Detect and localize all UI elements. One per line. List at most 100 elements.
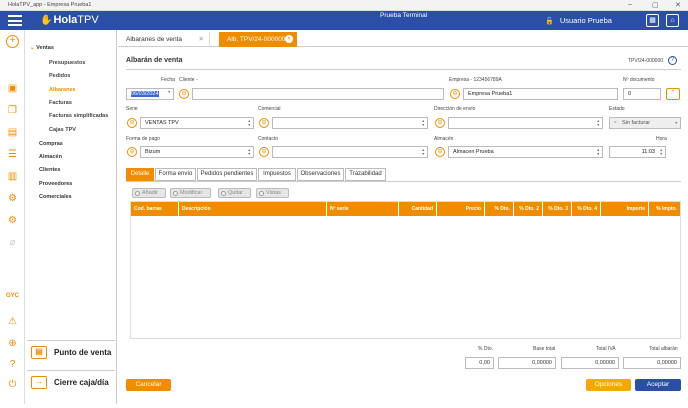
- fecha-field[interactable]: 06/03/2024 ▼: [126, 88, 174, 100]
- tab-detalle[interactable]: Detalle: [126, 168, 154, 181]
- sidebar-item-almacen[interactable]: Almacén: [39, 154, 62, 160]
- sidebar-item-facturas-simplificadas[interactable]: Facturas simplificadas: [49, 113, 108, 119]
- tab-label: Alb. TPV/24-000000: [227, 36, 286, 43]
- logo-text-b: TPV: [77, 14, 99, 26]
- cierre-caja-button[interactable]: → Cierre caja/día: [27, 370, 115, 394]
- minimize-button[interactable]: –: [628, 1, 632, 8]
- search-serie-button[interactable]: ⊖: [127, 118, 137, 128]
- tab-albaran-tpv[interactable]: Alb. TPV/24-000000 ✕: [219, 32, 297, 47]
- cliente-field[interactable]: [192, 88, 444, 100]
- maximize-button[interactable]: ▢: [652, 1, 659, 9]
- settings-icon[interactable]: ⚙: [6, 192, 19, 205]
- add-icon[interactable]: +: [6, 35, 19, 48]
- detail-grid[interactable]: Cod. barras Descripción Nº serie Cantida…: [130, 201, 681, 339]
- contacto-field[interactable]: ▲ ▼: [272, 146, 428, 158]
- sidebar-item-proveedores[interactable]: Proveedores: [39, 181, 72, 187]
- link-icon[interactable]: ⌀: [6, 236, 19, 249]
- close-icon[interactable]: ✕: [199, 32, 204, 47]
- column-header-importe[interactable]: Importe: [601, 202, 649, 216]
- search-empresa-button[interactable]: ⊖: [450, 89, 460, 99]
- search-almacen-button[interactable]: ⊖: [435, 147, 445, 157]
- total-dto-field[interactable]: 0,00: [465, 357, 494, 369]
- sidebar-item-pedidos[interactable]: Pedidos: [49, 73, 70, 79]
- tab-pedidos-pendientes[interactable]: Pedidos pendientes: [197, 168, 257, 181]
- search-direccion-button[interactable]: ⊖: [435, 118, 445, 128]
- chevron-up-icon[interactable]: ⌃: [666, 88, 680, 100]
- list-icon[interactable]: ☰: [6, 148, 19, 161]
- cancel-button[interactable]: Cancelar: [126, 379, 171, 391]
- column-header-cod-barras[interactable]: Cod. barras: [131, 202, 179, 216]
- punto-de-venta-button[interactable]: ▤ Punto de venta: [27, 340, 115, 364]
- tab-trazabilidad[interactable]: Trazabilidad: [345, 168, 386, 181]
- tab-impuestos[interactable]: Impuestos: [258, 168, 296, 181]
- help-icon[interactable]: ?: [668, 56, 677, 65]
- hora-field[interactable]: 11:03 ▲ ▼: [609, 146, 666, 158]
- search-pago-button[interactable]: ⊖: [127, 147, 137, 157]
- estado-field[interactable]: ⚬ Sin facturar ▼: [609, 117, 681, 129]
- calendar-icon[interactable]: ▣: [6, 82, 19, 95]
- calculator-icon[interactable]: ▦: [646, 14, 659, 27]
- bar-chart-icon[interactable]: ▥: [6, 170, 19, 183]
- chevron-down-icon: ▼: [167, 90, 171, 94]
- search-contacto-button[interactable]: ⊖: [259, 147, 269, 157]
- accept-button[interactable]: Aceptar: [635, 379, 681, 391]
- tab-observaciones[interactable]: Observaciones: [297, 168, 344, 181]
- close-icon[interactable]: ✕: [285, 35, 293, 43]
- documents-icon[interactable]: ❐: [6, 104, 19, 117]
- search-comercial-button[interactable]: ⊖: [259, 118, 269, 128]
- sidebar-item-comerciales[interactable]: Comerciales: [39, 194, 72, 200]
- tab-label: Albaranes de venta: [126, 36, 183, 43]
- column-header-dto-2[interactable]: % Dto. 2: [514, 202, 543, 216]
- sidebar-item-cajas-tpv[interactable]: Cajas TPV: [49, 127, 76, 133]
- spinner-icon: ▲ ▼: [247, 148, 251, 156]
- direccion-field[interactable]: ▲ ▼: [448, 117, 603, 129]
- close-window-button[interactable]: ✕: [675, 1, 681, 9]
- grid-header: Cod. barras Descripción Nº serie Cantida…: [131, 202, 680, 216]
- hamburger-menu-icon[interactable]: [8, 15, 22, 26]
- tab-albaranes-de-venta[interactable]: Albaranes de venta ✕: [118, 32, 210, 47]
- ndoc-field[interactable]: 0: [623, 88, 661, 100]
- sidebar-item-ventas[interactable]: ⌄ Ventas: [30, 45, 54, 51]
- column-header-precio[interactable]: Precio: [437, 202, 485, 216]
- base-total-label: Base total: [533, 346, 556, 352]
- sidebar-item-compras[interactable]: Compras: [39, 141, 63, 147]
- column-header-n-serie[interactable]: Nº serie: [327, 202, 399, 216]
- sidebar-item-facturas[interactable]: Facturas: [49, 100, 72, 106]
- lock-screen-icon[interactable]: ⌂: [666, 14, 679, 27]
- sidebar-item-albaranes[interactable]: Albaranes: [49, 87, 76, 93]
- clipboard-icon[interactable]: ▤: [6, 126, 19, 139]
- sidebar-item-clientes[interactable]: Clientes: [39, 167, 60, 173]
- gear-icon[interactable]: ⚙: [6, 214, 19, 227]
- empresa-field[interactable]: Empresa Prueba1: [463, 88, 618, 100]
- comercial-field[interactable]: ▲ ▼: [272, 117, 428, 129]
- spinner-icon: ▲ ▼: [421, 119, 425, 127]
- add-button[interactable]: Añadir: [132, 188, 166, 198]
- help-icon[interactable]: ?: [6, 358, 19, 371]
- download-icon[interactable]: ⊕: [6, 337, 19, 350]
- column-header-cantidad[interactable]: Cantidad: [399, 202, 437, 216]
- user-menu[interactable]: 🔓 Usuario Prueba: [545, 16, 612, 25]
- column-header-dto-4[interactable]: % Dto. 4: [572, 202, 601, 216]
- options-button[interactable]: Opciones: [586, 379, 631, 391]
- add-label: Añadir: [142, 190, 158, 196]
- window-title: HolaTPV_app - Empresa Prueba1: [8, 2, 92, 8]
- power-icon[interactable]: ⏻: [6, 378, 19, 391]
- spinner-icon: ▲ ▼: [596, 148, 600, 156]
- modify-button[interactable]: Modificar: [170, 188, 211, 198]
- minus-icon: [221, 191, 226, 196]
- search-cliente-button[interactable]: ⊖: [179, 89, 189, 99]
- pago-field[interactable]: Bizum ▲ ▼: [140, 146, 254, 158]
- column-header-descripcion[interactable]: Descripción: [179, 202, 327, 216]
- column-header-dto-3[interactable]: % Dto. 3: [543, 202, 572, 216]
- column-header-impto[interactable]: % Impto.: [649, 202, 680, 216]
- column-header-dto[interactable]: % Dto.: [485, 202, 514, 216]
- almacen-field[interactable]: Almacen Prueba ▲ ▼: [448, 146, 603, 158]
- warning-icon[interactable]: ⚠: [6, 315, 19, 328]
- serie-field[interactable]: VENTAS TPV ▲ ▼: [140, 117, 254, 129]
- tab-forma-envio[interactable]: Forma envío: [155, 168, 196, 181]
- views-button[interactable]: Vistas: [256, 188, 289, 198]
- remove-button[interactable]: Quitar: [218, 188, 251, 198]
- gyc-label: GYC: [6, 293, 20, 299]
- plus-icon: [135, 191, 140, 196]
- sidebar-item-presupuestos[interactable]: Presupuestos: [49, 60, 85, 66]
